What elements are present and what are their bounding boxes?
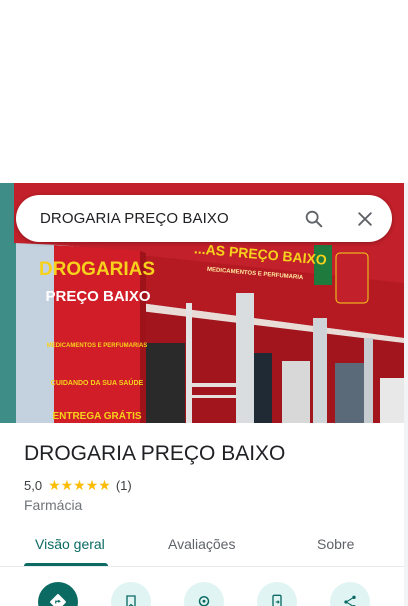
share-icon xyxy=(344,595,356,606)
place-category[interactable]: Farmácia xyxy=(24,497,82,513)
sign-text-4: CUIDANDO DA SUA SAÚDE xyxy=(51,378,144,387)
scrollbar-track[interactable] xyxy=(404,183,408,606)
sign-text-3: MEDICAMENTOS E PERFUMARIAS xyxy=(47,343,148,349)
nearby-icon xyxy=(198,596,210,606)
rating-value: 5,0 xyxy=(24,478,43,493)
sign-text-2: PREÇO BAIXO xyxy=(45,288,150,305)
sign-text-5: ENTREGA GRÁTIS xyxy=(52,409,141,422)
search-button[interactable] xyxy=(298,203,330,235)
search-icon xyxy=(305,210,323,228)
tab-reviews[interactable]: Avaliações xyxy=(168,536,235,552)
search-bar[interactable]: DROGARIA PREÇO BAIXO xyxy=(16,195,392,242)
rating-row[interactable]: 5,0 ★★★★★ (1) xyxy=(24,477,132,494)
tab-about[interactable]: Sobre xyxy=(317,536,354,552)
bookmark-icon xyxy=(126,595,136,606)
review-count[interactable]: (1) xyxy=(116,478,132,493)
place-tabs: Visão geral Avaliações Sobre xyxy=(0,533,404,567)
send-to-phone-button[interactable] xyxy=(257,582,297,606)
directions-icon xyxy=(50,594,66,606)
nearby-button[interactable] xyxy=(184,582,224,606)
share-button[interactable] xyxy=(330,582,370,606)
close-button[interactable] xyxy=(349,203,381,235)
action-buttons-row xyxy=(0,567,404,606)
active-tab-indicator xyxy=(24,563,108,566)
tab-overview[interactable]: Visão geral xyxy=(35,536,105,552)
star-rating-icon: ★★★★★ xyxy=(48,477,111,493)
close-icon xyxy=(358,212,372,226)
place-title: DROGARIA PREÇO BAIXO xyxy=(24,442,286,465)
send-to-phone-icon xyxy=(272,594,282,606)
sign-text-1: DROGARIAS xyxy=(39,259,155,280)
save-button[interactable] xyxy=(111,582,151,606)
map-blank-area xyxy=(0,0,408,183)
search-input[interactable]: DROGARIA PREÇO BAIXO xyxy=(40,210,229,227)
directions-button[interactable] xyxy=(38,582,78,606)
